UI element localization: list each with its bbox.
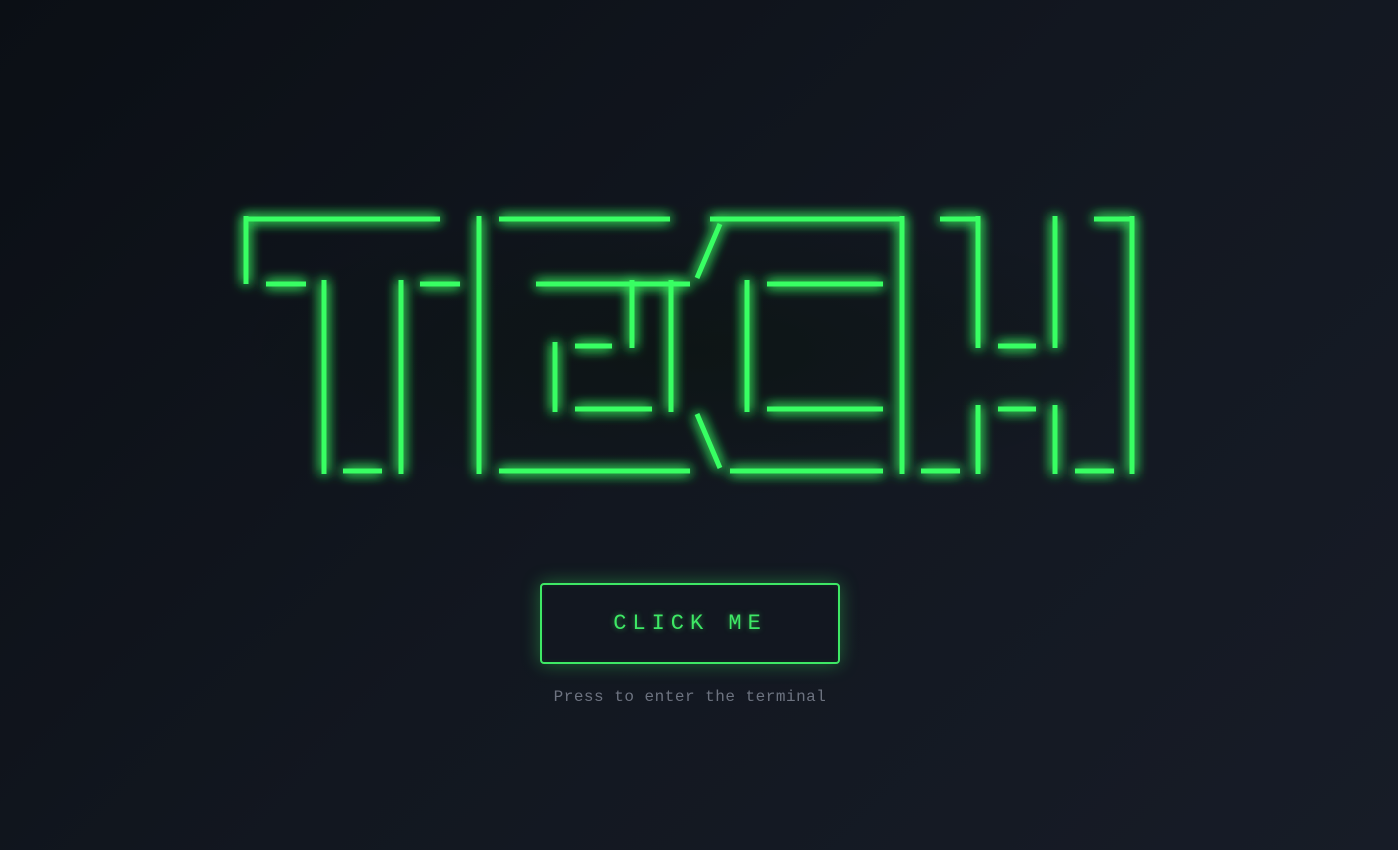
- letter-h: [921, 216, 1135, 474]
- letter-e: [476, 216, 690, 474]
- terminal-hint: Press to enter the terminal: [553, 688, 827, 706]
- ascii-logo: [0, 0, 1398, 560]
- click-me-button[interactable]: CLICK ME: [540, 583, 840, 664]
- letter-c: [694, 216, 905, 474]
- letter-t: [243, 216, 460, 474]
- logo-strokes: [243, 216, 1135, 474]
- logo-svg: [243, 216, 1135, 474]
- click-me-label: CLICK ME: [613, 611, 767, 636]
